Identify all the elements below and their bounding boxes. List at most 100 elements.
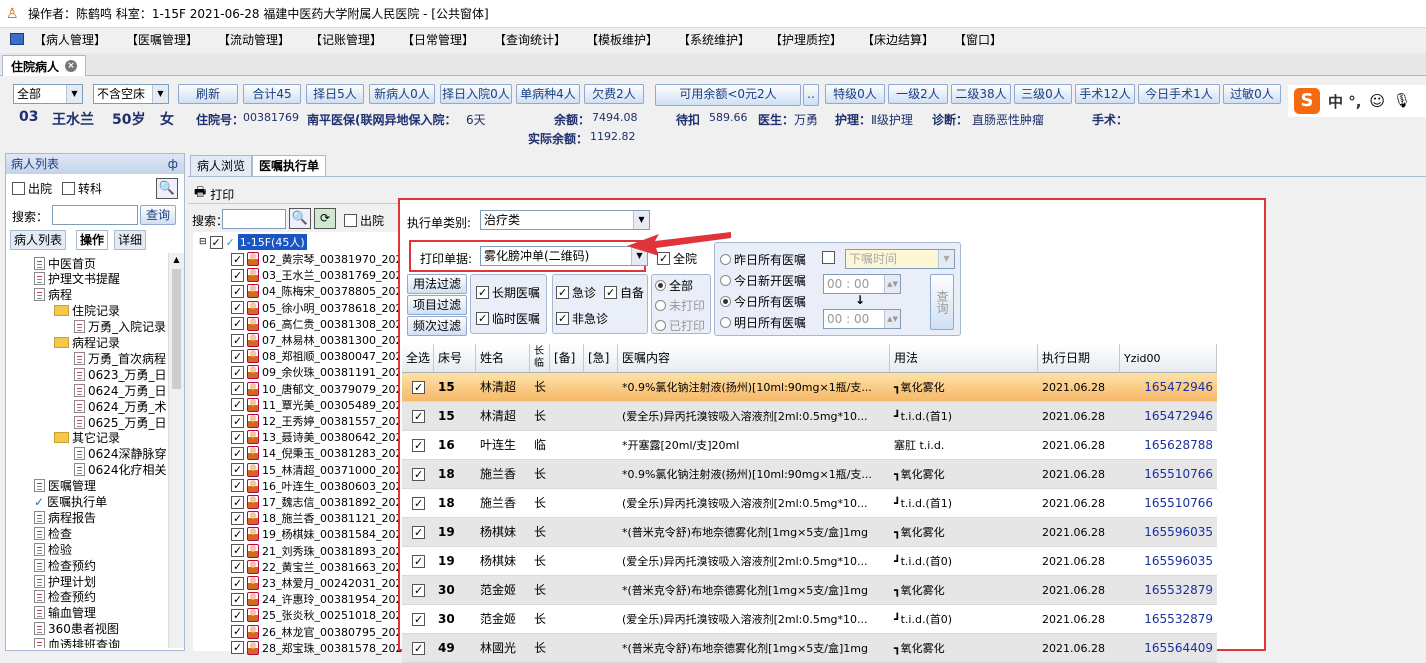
menu-billing[interactable]: 【记账管理】 [310, 31, 382, 48]
scheduled-button[interactable]: 择日5人 [306, 84, 364, 104]
chevron-down-icon[interactable]: ▼ [66, 85, 82, 103]
tree-item[interactable]: 住院记录 [54, 303, 120, 319]
ward-patient-row[interactable]: 06_高仁贵_00381308_202 [231, 316, 402, 332]
print-form-select[interactable]: 雾化膀冲单(二维码) ▼ [480, 246, 648, 266]
non-urgent-check[interactable] [556, 312, 569, 325]
patient-check[interactable] [231, 284, 244, 298]
row-checkbox[interactable] [402, 373, 434, 402]
ward-patient-row[interactable]: 15_林清超_00371000_202 [231, 462, 402, 478]
non-urgent-checkbox[interactable]: 非急诊 [556, 310, 608, 327]
row-check[interactable] [412, 584, 425, 597]
col-yzid[interactable]: Yzid00 [1120, 344, 1217, 373]
ime-mode[interactable]: 中 °, [1328, 91, 1361, 112]
radio-printed-dot[interactable] [655, 320, 666, 331]
mid-discharge-checkbox[interactable]: 出院 [344, 212, 384, 229]
col-kind[interactable]: 长临 [530, 344, 550, 373]
search-icon[interactable]: 🔍 [156, 178, 178, 199]
chevron-down-icon[interactable]: ▼ [633, 211, 649, 229]
table-row[interactable]: 49 林國光 长 *(普米克令舒)布地奈德雾化剂[1mg×5支/盒]1mg ┓氧化雾化 2… [402, 634, 1217, 663]
patient-check[interactable] [231, 252, 244, 266]
refresh-button[interactable]: 刷新 [178, 84, 238, 104]
row-check[interactable] [412, 642, 425, 655]
tree-item[interactable]: 0624_万勇_术 [74, 398, 167, 414]
table-row[interactable]: 30 范金姬 长 *(普米克令舒)布地奈德雾化剂[1mg×5支/盒]1mg ┓氧化雾化 2… [402, 576, 1217, 605]
row-checkbox[interactable] [402, 431, 434, 460]
patient-check[interactable] [231, 333, 244, 347]
table-row[interactable]: 15 林清超 长 (爱全乐)异丙托溴铵吸入溶液剂[2ml:0.5mg*10... ┛t.… [402, 402, 1217, 431]
time-query-button[interactable]: 查询 [930, 274, 954, 330]
app-icon[interactable] [10, 33, 24, 45]
level1-button[interactable]: 一级2人 [888, 84, 948, 104]
table-row[interactable]: 18 施兰香 长 *0.9%氯化钠注射液(扬州)[10ml:90mg×1瓶/支... ┓… [402, 460, 1217, 489]
level3-button[interactable]: 三级0人 [1014, 84, 1072, 104]
tree-item[interactable]: 检验 [34, 541, 72, 557]
bed-filter-select[interactable]: 不含空床 ▼ [93, 84, 169, 104]
menu-nursing-qc[interactable]: 【护理质控】 [770, 31, 842, 48]
tree-item[interactable]: 医嘱管理 [34, 478, 96, 494]
ward-patient-row[interactable]: 26_林龙官_00380795_202 [231, 624, 402, 640]
patient-check[interactable] [231, 446, 244, 460]
ward-patient-row[interactable]: 16_叶连生_00380603_202 [231, 478, 402, 494]
row-check[interactable] [412, 439, 425, 452]
ward-patient-row[interactable]: 02_黄宗琴_00381970_202 [231, 251, 402, 267]
tree-item[interactable]: 其它记录 [54, 430, 120, 446]
search-input[interactable] [52, 205, 138, 225]
ward-root[interactable]: ⊟ ✓ 1-15F(45人) [199, 234, 307, 250]
tree-item[interactable]: 0624化疗相关 [74, 462, 167, 478]
patient-check[interactable] [231, 625, 244, 639]
radio-printed[interactable]: 已打印 [655, 317, 705, 334]
available-balance-button[interactable]: 可用余额<0元2人 [655, 84, 801, 106]
allergy-button[interactable]: 过敏0人 [1223, 84, 1281, 104]
ward-patient-row[interactable]: 04_陈梅宋_00378805_202 [231, 283, 402, 299]
col-note[interactable]: [备] [550, 344, 584, 373]
long-term-checkbox[interactable]: 长期医嘱 [476, 284, 540, 301]
urgent-check[interactable] [556, 286, 569, 299]
table-row[interactable]: 15 林清超 长 *0.9%氯化钠注射液(扬州)[10ml:90mg×1瓶/支... ┓… [402, 373, 1217, 402]
menu-patient[interactable]: 【病人管理】 [34, 31, 106, 48]
tab-details[interactable]: 详细 [114, 230, 147, 250]
patient-check[interactable] [231, 430, 244, 444]
table-row[interactable]: 19 杨棋妹 长 (爱全乐)异丙托溴铵吸入溶液剂[2ml:0.5mg*10... ┛t.… [402, 547, 1217, 576]
menu-window[interactable]: 【窗口】 [954, 31, 1002, 48]
table-row[interactable]: 30 范金姬 长 (爱全乐)异丙托溴铵吸入溶液剂[2ml:0.5mg*10... ┛t.… [402, 605, 1217, 634]
ward-patient-row[interactable]: 18_施兰香_00381121_202 [231, 510, 402, 526]
tree-item[interactable]: 血透排班查询 [34, 637, 120, 648]
ward-patient-row[interactable]: 11_覃光美_00305489_202 [231, 397, 402, 413]
row-checkbox[interactable] [402, 605, 434, 634]
surgery-button[interactable]: 手术12人 [1075, 84, 1135, 104]
more-button[interactable]: .. [803, 84, 819, 106]
single-disease-button[interactable]: 单病种4人 [516, 84, 580, 104]
radio-unprinted-dot[interactable] [655, 300, 666, 311]
col-select-all[interactable]: 全选 [402, 344, 434, 373]
col-bed[interactable]: 床号 [434, 344, 476, 373]
ward-patient-row[interactable]: 17_魏志信_00381892_202 [231, 494, 402, 510]
radio-today-all[interactable]: 今日所有医嘱 [720, 293, 806, 310]
level2-button[interactable]: 二级38人 [951, 84, 1011, 104]
today-surgery-button[interactable]: 今日手术1人 [1138, 84, 1220, 104]
col-content[interactable]: 医嘱内容 [618, 344, 890, 373]
item-filter-button[interactable]: 项目过滤 [407, 295, 467, 315]
scroll-up-icon[interactable]: ▲ [169, 253, 184, 267]
patient-check[interactable] [231, 414, 244, 428]
tree-item[interactable]: 中医首页 [34, 255, 96, 271]
chevron-down-icon[interactable]: ▼ [938, 250, 954, 268]
self-supplied-checkbox[interactable]: 自备 [604, 284, 644, 301]
spin-icon[interactable]: ▲▼ [884, 275, 900, 293]
tree-item[interactable]: 0623_万勇_日 [74, 366, 167, 382]
row-check[interactable] [412, 555, 425, 568]
usage-filter-button[interactable]: 用法过滤 [407, 274, 467, 294]
row-check[interactable] [412, 381, 425, 394]
patient-check[interactable] [231, 544, 244, 558]
collapse-icon[interactable]: ⊟ [199, 237, 207, 247]
scheduled-admission-button[interactable]: 择日入院0人 [440, 84, 512, 104]
row-checkbox[interactable] [402, 489, 434, 518]
row-check[interactable] [412, 497, 425, 510]
time-end-input[interactable]: 00 : 00 ▲▼ [823, 309, 901, 329]
ward-patient-row[interactable]: 19_杨棋妹_00381584_202 [231, 526, 402, 542]
row-checkbox[interactable] [402, 634, 434, 663]
patient-check[interactable] [231, 301, 244, 315]
radio-tomorrow[interactable]: 明日所有医嘱 [720, 314, 806, 331]
self-supplied-check[interactable] [604, 286, 617, 299]
radio-yesterday[interactable]: 昨日所有医嘱 [720, 251, 806, 268]
order-time-check[interactable] [822, 251, 835, 264]
